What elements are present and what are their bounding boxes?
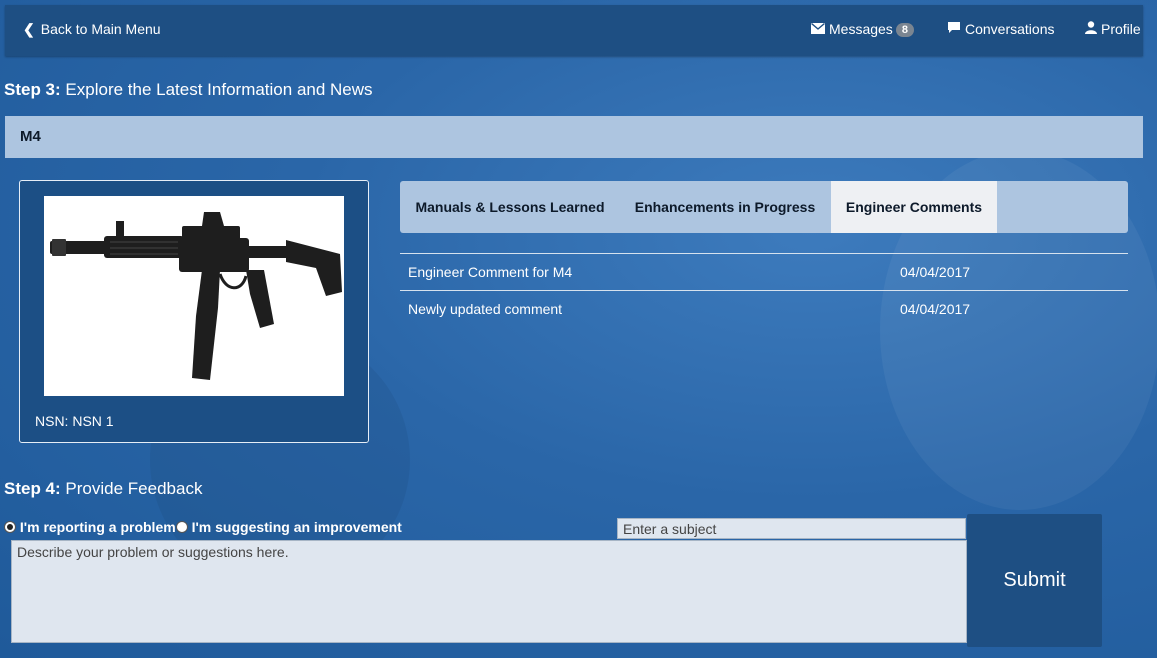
conversations-link[interactable]: Conversations <box>947 21 1055 37</box>
top-navigation-bar: ❮ Back to Main Menu Messages 8 Conversatio… <box>5 5 1143 56</box>
step4-heading: Step 4: Provide Feedback <box>4 479 202 499</box>
problem-radio[interactable] <box>4 521 16 533</box>
profile-link[interactable]: Profile <box>1085 21 1141 37</box>
tab-enhancements-in-progress[interactable]: Enhancements in Progress <box>620 181 830 233</box>
improvement-radio-label[interactable]: I'm suggesting an improvement <box>192 519 402 535</box>
submit-button[interactable]: Submit <box>967 514 1102 647</box>
description-textarea[interactable] <box>11 540 967 643</box>
list-item[interactable]: Engineer Comment for M4 04/04/2017 <box>400 253 1128 290</box>
back-link-label: Back to Main Menu <box>40 21 161 37</box>
step3-prefix: Step 3: <box>4 80 61 99</box>
messages-link[interactable]: Messages 8 <box>811 21 914 37</box>
step4-title: Provide Feedback <box>65 479 203 498</box>
product-nsn: NSN: NSN 1 <box>35 413 114 429</box>
step3-heading: Step 3: Explore the Latest Information a… <box>4 80 373 100</box>
product-card: NSN: NSN 1 <box>19 180 369 443</box>
chevron-left-icon: ❮ <box>23 21 35 37</box>
tab-manuals-lessons-learned[interactable]: Manuals & Lessons Learned <box>400 181 620 233</box>
tab-engineer-comments[interactable]: Engineer Comments <box>831 181 997 233</box>
user-icon <box>1085 21 1097 37</box>
conversations-label: Conversations <box>965 21 1055 37</box>
improvement-radio[interactable] <box>175 521 188 533</box>
envelope-icon <box>811 21 825 37</box>
step4-prefix: Step 4: <box>4 479 61 498</box>
list-item[interactable]: Newly updated comment 04/04/2017 <box>400 290 1128 327</box>
product-image <box>44 196 344 396</box>
comment-date: 04/04/2017 <box>900 301 971 317</box>
step3-title: Explore the Latest Information and News <box>65 80 373 99</box>
messages-count-badge: 8 <box>895 23 914 37</box>
product-name-bar: M4 <box>5 116 1143 158</box>
profile-label: Profile <box>1101 21 1141 37</box>
messages-label: Messages <box>829 21 893 37</box>
feedback-type-options: I'm reporting a problem I'm suggesting a… <box>4 519 402 535</box>
comment-text: Engineer Comment for M4 <box>408 264 573 280</box>
subject-input[interactable] <box>617 518 966 539</box>
comment-date: 04/04/2017 <box>900 264 971 280</box>
product-name: M4 <box>20 128 41 145</box>
back-to-main-menu-link[interactable]: ❮ Back to Main Menu <box>23 21 161 38</box>
comment-text: Newly updated comment <box>408 301 563 317</box>
engineer-comments-list: Engineer Comment for M4 04/04/2017 Newly… <box>400 253 1128 327</box>
speech-bubble-icon <box>947 21 961 37</box>
problem-radio-label[interactable]: I'm reporting a problem <box>20 519 176 535</box>
info-tabs: Manuals & Lessons Learned Enhancements i… <box>400 181 1128 233</box>
